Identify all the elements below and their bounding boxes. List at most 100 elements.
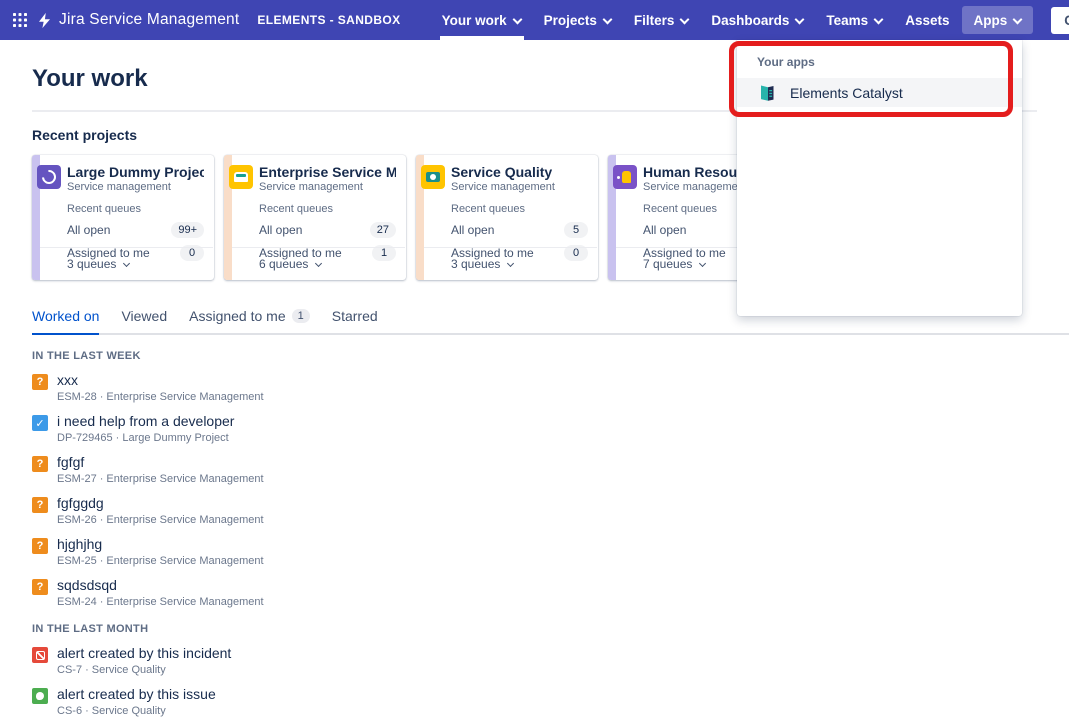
project-card[interactable]: Service Quality Service management Recen… (416, 155, 598, 280)
separator: · (100, 391, 104, 403)
chevron-down-icon (512, 15, 522, 25)
queue-row[interactable]: All open 99+ (67, 222, 204, 238)
nav-item-label: Dashboards (711, 13, 789, 28)
app-switcher-icon[interactable] (12, 8, 28, 32)
queue-link[interactable]: All open (67, 223, 110, 237)
separator: · (85, 705, 89, 717)
issue-project: Large Dummy Project (122, 432, 228, 444)
issue-title-link[interactable]: hjghjhg (57, 536, 264, 552)
queues-dropdown-label: 3 queues (451, 257, 500, 271)
issue-title-link[interactable]: alert created by this incident (57, 645, 231, 661)
issue-type-icon (32, 688, 48, 704)
nav-item[interactable]: Your work (431, 0, 533, 40)
work-item[interactable]: alert created by this incident CS-7·Serv… (32, 645, 1037, 676)
recent-queues-label: Recent queues (451, 203, 588, 215)
work-item[interactable]: sqdsdsqd ESM-24·Enterprise Service Manag… (32, 577, 1037, 608)
separator: · (100, 555, 104, 567)
queues-dropdown-button[interactable]: 6 queues (232, 247, 405, 280)
item-text: fgfggdg ESM-26·Enterprise Service Manage… (57, 495, 264, 526)
work-item[interactable]: fgfggdg ESM-26·Enterprise Service Manage… (32, 495, 1037, 526)
work-item[interactable]: fgfgf ESM-27·Enterprise Service Manageme… (32, 454, 1037, 485)
queue-link[interactable]: All open (643, 223, 686, 237)
elements-catalyst-icon (757, 83, 777, 103)
jsm-bolt-logo-icon (36, 12, 53, 29)
tab[interactable]: Assigned to me 1 (189, 308, 310, 335)
issue-type-icon (32, 579, 48, 595)
nav-item[interactable]: Projects (533, 0, 623, 40)
queue-row[interactable]: All open 27 (259, 222, 396, 238)
item-text: xxx ESM-28·Enterprise Service Management (57, 372, 264, 403)
issue-key: ESM-25 (57, 555, 97, 567)
chevron-down-icon (314, 260, 322, 268)
issue-meta: CS-7·Service Quality (57, 664, 231, 676)
nav-item[interactable]: Dashboards (700, 0, 815, 40)
project-name-link[interactable]: Service Quality (451, 165, 588, 180)
work-item[interactable]: hjghjhg ESM-25·Enterprise Service Manage… (32, 536, 1037, 567)
issue-type-icon (32, 415, 48, 431)
nav-item[interactable]: Filters (623, 0, 701, 40)
item-text: fgfgf ESM-27·Enterprise Service Manageme… (57, 454, 264, 485)
nav-item-label: Assets (905, 13, 949, 28)
separator: · (100, 473, 104, 485)
section-heading: IN THE LAST WEEK (32, 350, 1037, 362)
queues-dropdown-button[interactable]: 3 queues (40, 247, 213, 280)
nav-item[interactable]: Assets (894, 0, 960, 40)
issue-title-link[interactable]: fgfgf (57, 454, 264, 470)
nav-item[interactable]: Apps (962, 6, 1033, 34)
project-name-link[interactable]: Enterprise Service Manage... (259, 165, 396, 180)
issue-type-icon (32, 374, 48, 390)
tab[interactable]: Viewed (121, 308, 167, 335)
chevron-down-icon (122, 260, 130, 268)
issue-project: Enterprise Service Management (106, 391, 263, 403)
queues-dropdown-label: 6 queues (259, 257, 308, 271)
queues-dropdown-button[interactable]: 3 queues (424, 247, 597, 280)
queues-dropdown-label: 7 queues (643, 257, 692, 271)
apps-menu-item[interactable]: Elements Catalyst (737, 78, 1022, 107)
issue-meta: ESM-26·Enterprise Service Management (57, 514, 264, 526)
project-type: Service management (67, 181, 204, 193)
nav-item[interactable]: Teams (815, 0, 894, 40)
chevron-down-icon (506, 260, 514, 268)
queue-row[interactable]: All open 5 (451, 222, 588, 238)
product-name: Jira Service Management (59, 11, 239, 29)
chevron-down-icon (602, 15, 612, 25)
worked-on-list: IN THE LAST WEEK xxx ESM-28·Enterprise S… (32, 350, 1037, 717)
project-avatar-icon (613, 165, 637, 189)
issue-title-link[interactable]: i need help from a developer (57, 413, 234, 429)
issue-key: ESM-24 (57, 596, 97, 608)
issue-title-link[interactable]: sqdsdsqd (57, 577, 264, 593)
work-item[interactable]: i need help from a developer DP-729465·L… (32, 413, 1037, 444)
tab[interactable]: Worked on (32, 308, 99, 335)
chevron-down-icon (794, 15, 804, 25)
work-item[interactable]: alert created by this issue CS-6·Service… (32, 686, 1037, 717)
project-card[interactable]: Enterprise Service Manage... Service man… (224, 155, 406, 280)
work-section: IN THE LAST MONTH alert created by this … (32, 623, 1037, 717)
chevron-down-icon (873, 15, 883, 25)
nav-item-label: Teams (826, 13, 868, 28)
queue-count-badge: 99+ (171, 222, 204, 238)
work-item[interactable]: xxx ESM-28·Enterprise Service Management (32, 372, 1037, 403)
issue-title-link[interactable]: alert created by this issue (57, 686, 216, 702)
issue-type-icon (32, 497, 48, 513)
issue-meta: ESM-25·Enterprise Service Management (57, 555, 264, 567)
separator: · (85, 664, 89, 676)
item-text: alert created by this incident CS-7·Serv… (57, 645, 231, 676)
create-button[interactable]: Create (1051, 7, 1069, 34)
issue-project: Enterprise Service Management (106, 473, 263, 485)
project-name-link[interactable]: Large Dummy Project (67, 165, 204, 180)
product-home-link[interactable]: Jira Service Management (36, 11, 239, 29)
apps-dropdown-menu: Your apps Elements Catalyst (737, 40, 1022, 316)
queue-link[interactable]: All open (259, 223, 302, 237)
issue-title-link[interactable]: xxx (57, 372, 264, 388)
queue-link[interactable]: All open (451, 223, 494, 237)
issue-title-link[interactable]: fgfggdg (57, 495, 264, 511)
issue-project: Service Quality (92, 705, 166, 717)
card-body: Large Dummy Project Service management R… (67, 155, 214, 261)
issue-type-icon (32, 647, 48, 663)
issue-project: Enterprise Service Management (106, 514, 263, 526)
project-card[interactable]: Large Dummy Project Service management R… (32, 155, 214, 280)
tab[interactable]: Starred (332, 308, 378, 335)
chevron-down-icon (698, 260, 706, 268)
item-text: sqdsdsqd ESM-24·Enterprise Service Manag… (57, 577, 264, 608)
card-body: Service Quality Service management Recen… (451, 155, 598, 261)
